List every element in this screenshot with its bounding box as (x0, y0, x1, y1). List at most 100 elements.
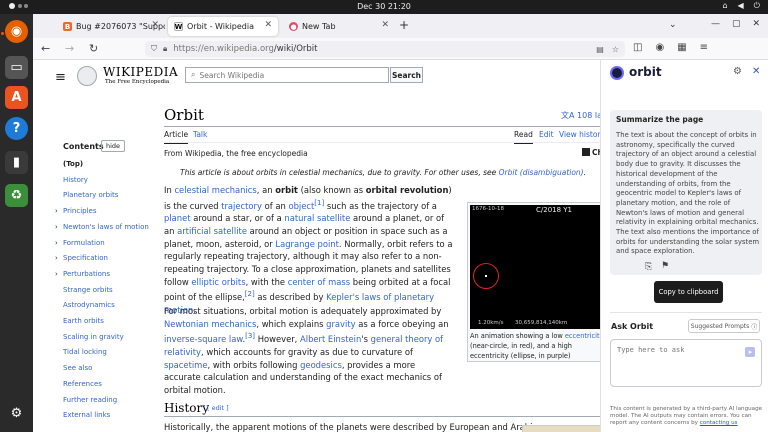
power-icon: ⏻ (753, 1, 760, 10)
link-natural-satellite[interactable]: natural satellite (284, 213, 350, 223)
extensions-icon[interactable]: ▦ (677, 42, 686, 53)
toggle-checkbox[interactable] (582, 148, 590, 156)
toc-item[interactable]: Earth orbits (63, 317, 104, 325)
url-bar[interactable]: ⛉ 🔒︎ https://en.wikipedia.org/wiki/Orbit… (145, 41, 625, 57)
link-object[interactable]: object (288, 201, 314, 211)
tab-view-history[interactable]: View history (559, 130, 600, 139)
link-elliptic-orbits[interactable]: elliptic orbits (191, 277, 245, 287)
report-flag-icon[interactable]: ⚑ (661, 261, 669, 271)
toc-item[interactable]: Astrodynamics (63, 301, 115, 309)
toc-item[interactable]: Further reading (63, 396, 117, 404)
system-tray[interactable]: ⌂ ◀ ⏻ (722, 1, 760, 11)
toc-item[interactable]: History (63, 176, 88, 184)
reader-view-icon[interactable]: ▤ (596, 45, 604, 54)
toc-expand-chevron-icon[interactable]: › (55, 270, 58, 278)
minimize-icon[interactable]: — (711, 19, 720, 29)
wiki-search-field[interactable]: ⌕ (185, 67, 389, 83)
wikipedia-wordmark[interactable]: WIKIPEDIA (103, 65, 178, 79)
wikipedia-globe-logo[interactable] (77, 66, 97, 86)
app-center-icon[interactable]: A (5, 86, 28, 109)
toc-item[interactable]: References (63, 380, 102, 388)
tab-talk[interactable]: Talk (193, 130, 207, 139)
toc-item[interactable]: External links (63, 411, 110, 419)
back-icon[interactable]: ← (41, 42, 50, 55)
toc-expand-chevron-icon[interactable]: › (55, 239, 58, 247)
link-spacetime[interactable]: spacetime (164, 360, 208, 370)
toc-expand-chevron-icon[interactable]: › (55, 223, 58, 231)
list-all-tabs-icon[interactable]: ⌄ (669, 20, 677, 30)
toc-item[interactable]: Tidal locking (63, 348, 107, 356)
link-inverse-square-law[interactable]: inverse-square law (164, 334, 242, 344)
toc-item[interactable]: Formulation (63, 239, 105, 247)
usb-drive-icon[interactable]: ▮ (5, 151, 28, 174)
forward-icon[interactable]: → (65, 42, 74, 55)
close-tab-icon[interactable]: ✕ (264, 20, 272, 30)
help-icon[interactable]: ? (5, 117, 28, 140)
toc-item[interactable]: Planetary orbits (63, 191, 118, 199)
toc-item[interactable]: Perturbations (63, 270, 110, 278)
close-sidebar-icon[interactable]: ✕ (752, 66, 760, 77)
toc-expand-chevron-icon[interactable]: › (55, 207, 58, 215)
tracking-shield-icon[interactable]: ⛉ (151, 44, 157, 54)
maximize-icon[interactable]: ▢ (732, 19, 741, 29)
wiki-search-button[interactable]: Search (390, 67, 423, 83)
toc-item[interactable]: Newton's laws of motion (63, 223, 149, 231)
tab-edit[interactable]: Edit (539, 130, 554, 139)
link-lagrange-point[interactable]: Lagrange point (275, 239, 339, 249)
history-figure[interactable] (522, 425, 600, 432)
lock-icon[interactable]: 🔒︎ (163, 44, 167, 54)
close-window-icon[interactable]: ✕ (752, 19, 760, 29)
volume-icon: ◀ (737, 1, 744, 10)
link-artificial-satellite[interactable]: artificial satellite (177, 226, 247, 236)
suggested-prompts-button[interactable]: Suggested Prompts ⓘ (688, 319, 760, 333)
link-eccentricity[interactable]: eccentricity (565, 332, 600, 340)
toc-expand-chevron-icon[interactable]: › (55, 254, 58, 262)
tab-new-tab[interactable]: ● New Tab ✕ (283, 17, 395, 36)
menu-icon[interactable]: ≡ (700, 42, 708, 53)
copy-clipboard-icon[interactable]: ⎘ (645, 262, 652, 272)
toc-item[interactable]: Scaling in gravity (63, 333, 124, 341)
tab-orbit-wikipedia[interactable]: W Orbit - Wikipedia ✕ (168, 17, 278, 36)
close-tab-icon[interactable]: ✕ (381, 20, 389, 30)
trash-icon[interactable]: ♻ (5, 184, 28, 207)
pocket-icon[interactable]: ◫ (633, 42, 642, 53)
firefox-icon[interactable]: ◉ (5, 20, 28, 43)
close-tab-icon[interactable]: ✕ (151, 20, 159, 30)
contact-us-link[interactable]: contacting us (700, 420, 738, 426)
link-albert-einstein[interactable]: Albert Einstein (300, 334, 361, 344)
link-newtonian-mechanics[interactable]: Newtonian mechanics (164, 319, 256, 329)
main-menu-icon[interactable]: ≡ (55, 70, 66, 85)
ask-input[interactable] (617, 346, 737, 366)
send-icon[interactable]: ➤ (745, 347, 755, 357)
languages-button[interactable]: 文A 108 languages (561, 110, 600, 121)
link-gravity[interactable]: gravity (326, 319, 355, 329)
show-apps-icon[interactable]: ⚙ (5, 402, 28, 425)
toc-item[interactable]: See also (63, 364, 92, 372)
wiki-search-input[interactable] (199, 70, 380, 80)
toc-hide-button[interactable]: hide (101, 140, 126, 152)
link-geodesics[interactable]: geodesics (300, 360, 342, 370)
orbit-animation[interactable]: 1676-10-18 C/2018 Y1 1.20km/s 30,659,814… (470, 205, 600, 329)
toc-item[interactable]: Principles (63, 207, 97, 215)
account-icon[interactable]: ◉ (655, 42, 664, 53)
toc-item[interactable]: Strange orbits (63, 286, 113, 294)
ask-input-box[interactable]: ➤ (610, 339, 762, 387)
clock[interactable]: Dec 30 21:20 (0, 2, 768, 11)
bookmark-star-icon[interactable]: ☆ (612, 45, 619, 54)
toc-item[interactable]: Specification (63, 254, 108, 262)
url-text[interactable]: https://en.wikipedia.org/wiki/Orbit (173, 44, 317, 54)
new-tab-button[interactable]: + (399, 18, 409, 32)
toc-item[interactable]: (Top) (63, 160, 83, 168)
link-center-of-mass[interactable]: center of mass (288, 277, 350, 287)
reload-icon[interactable]: ↻ (89, 42, 98, 55)
copy-tooltip: Copy to clipboard (654, 281, 723, 303)
settings-gear-icon[interactable]: ⚙ (733, 66, 742, 77)
link-planet[interactable]: planet (164, 213, 191, 223)
disambiguation-link[interactable]: Orbit (disambiguation) (499, 168, 584, 177)
files-icon[interactable]: ▭ (5, 56, 28, 79)
bug-favicon-icon: B (63, 22, 72, 31)
link-trajectory[interactable]: trajectory (221, 201, 262, 211)
history-edit-link[interactable]: [ edit ] (207, 404, 229, 412)
link-celestial-mechanics[interactable]: celestial mechanics (174, 185, 256, 195)
tab-bug-report[interactable]: B Bug #2076073 "Suppor ✕ (57, 17, 165, 36)
